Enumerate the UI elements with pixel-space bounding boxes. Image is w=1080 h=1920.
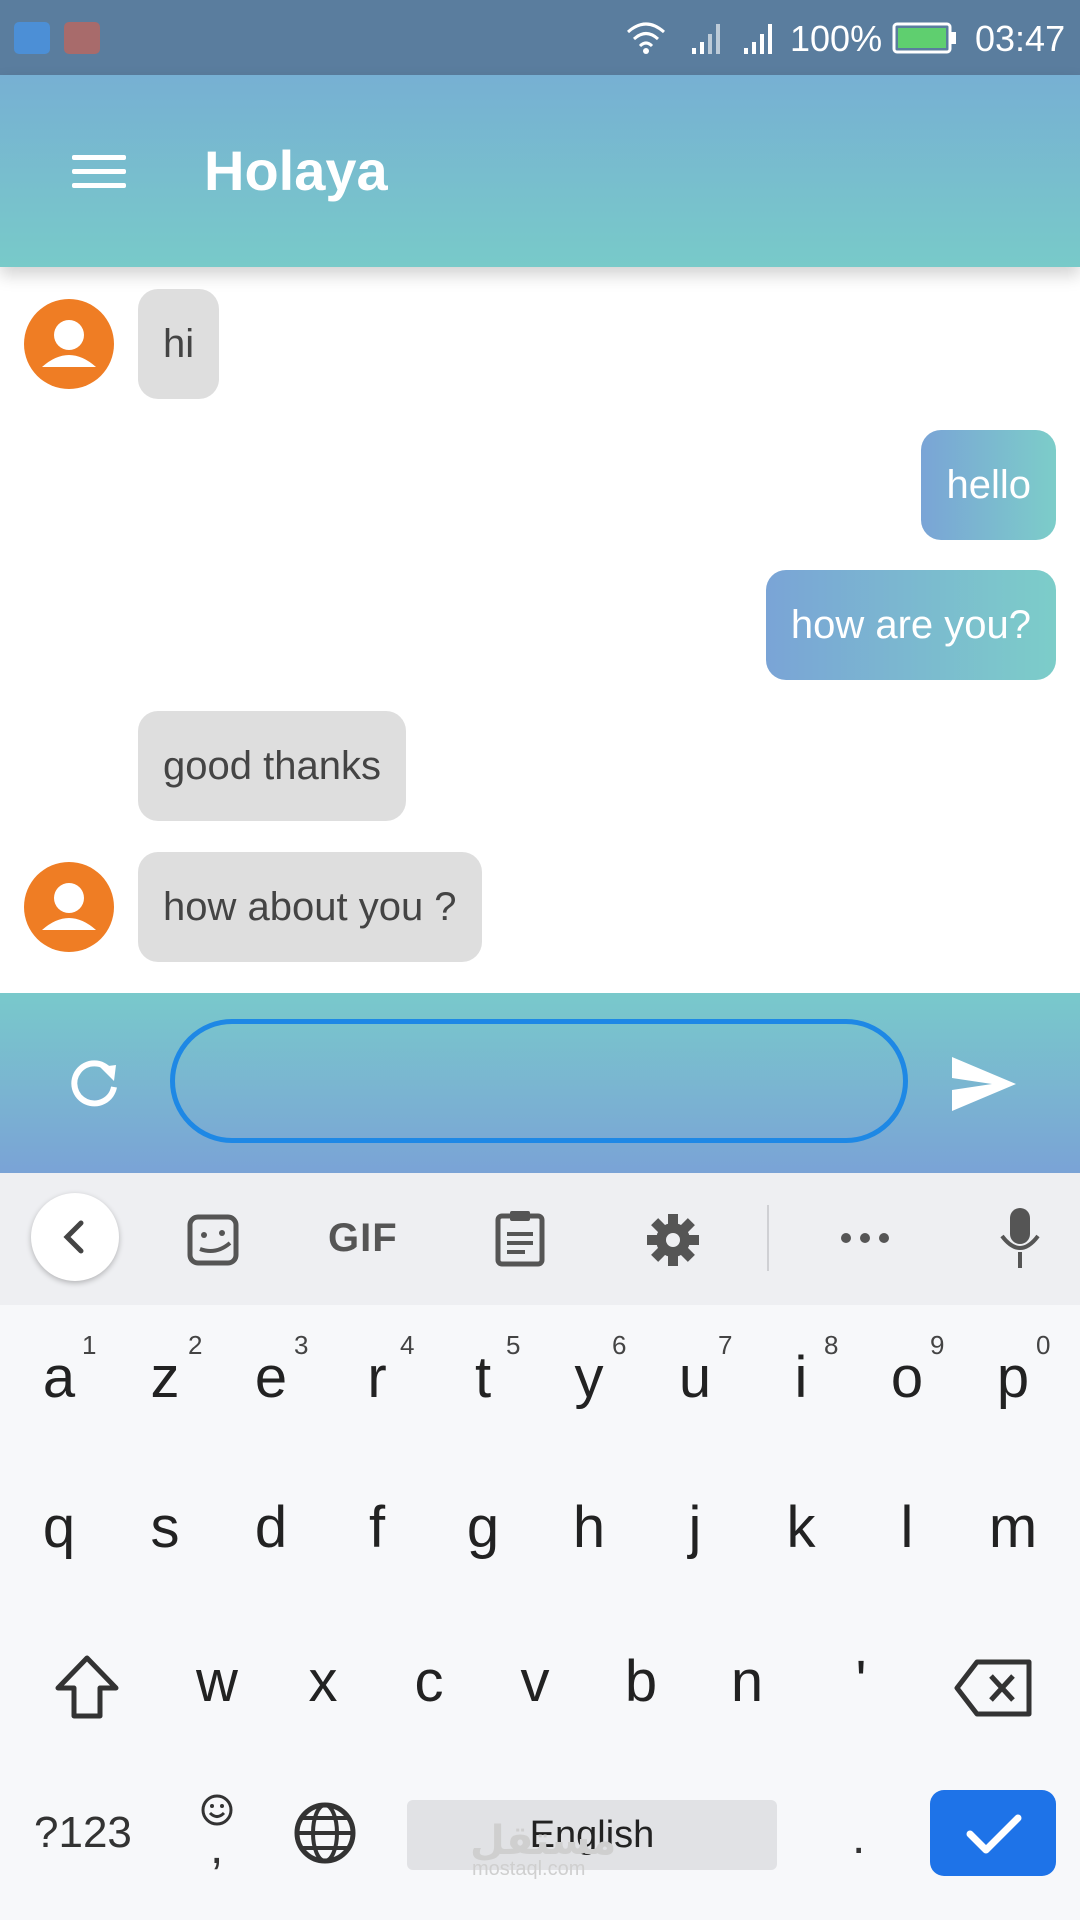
clock: 03:47	[975, 18, 1066, 59]
key-hint: 8	[824, 1330, 839, 1360]
avatar	[24, 862, 114, 952]
key-b[interactable]: b	[596, 1648, 686, 1715]
battery-percent: 100%	[790, 18, 883, 59]
collapse-toolbar-button[interactable]	[31, 1193, 119, 1281]
toolbar-divider	[767, 1205, 769, 1271]
user-icon	[42, 320, 96, 367]
chevron-left-icon	[63, 1220, 84, 1254]
comma-key[interactable]: ,	[210, 1820, 223, 1875]
send-icon[interactable]	[950, 1055, 1018, 1113]
key-j[interactable]: j	[650, 1494, 740, 1561]
key-apostrophe[interactable]: '	[816, 1648, 906, 1715]
notification-app-icon	[64, 22, 100, 54]
signal-icon	[692, 24, 720, 54]
key-c[interactable]: c	[384, 1648, 474, 1715]
key-l[interactable]: l	[862, 1494, 952, 1561]
key-q[interactable]: q	[14, 1494, 104, 1561]
message-outgoing: hello	[921, 430, 1056, 540]
key-s[interactable]: s	[120, 1494, 210, 1561]
key-g[interactable]: g	[438, 1494, 528, 1561]
key-m[interactable]: m	[968, 1494, 1058, 1561]
more-icon[interactable]	[838, 1228, 892, 1248]
key-v[interactable]: v	[490, 1648, 580, 1715]
message-outgoing: how are you?	[765, 570, 1056, 680]
settings-gear-icon[interactable]	[645, 1212, 701, 1268]
key-f[interactable]: f	[332, 1494, 422, 1561]
key-n[interactable]: n	[702, 1648, 792, 1715]
message-incoming: good thanks	[138, 711, 406, 821]
key-hint: 0	[1036, 1330, 1051, 1360]
message-incoming: hi	[138, 289, 220, 399]
key-k[interactable]: k	[756, 1494, 846, 1561]
watermark-domain: mostaql.com	[472, 1858, 586, 1880]
key-hint: 2	[188, 1330, 203, 1360]
key-hint: 9	[930, 1330, 945, 1360]
refresh-icon[interactable]	[66, 1053, 126, 1113]
status-bar: 100% 03:47	[0, 0, 1080, 75]
message-input[interactable]	[170, 1019, 908, 1143]
key-w[interactable]: w	[172, 1648, 262, 1715]
check-icon	[966, 1814, 1022, 1854]
user-icon	[42, 883, 96, 930]
menu-icon[interactable]	[72, 75, 132, 267]
message-incoming: how about you ?	[138, 852, 482, 962]
app-bar	[0, 75, 1080, 267]
app-title: Holaya	[204, 139, 388, 202]
battery-icon	[892, 22, 956, 54]
avatar	[24, 299, 114, 389]
key-x[interactable]: x	[278, 1648, 368, 1715]
key-h[interactable]: h	[544, 1494, 634, 1561]
globe-icon[interactable]	[292, 1800, 358, 1866]
key-hint: 6	[612, 1330, 627, 1360]
backspace-icon[interactable]	[953, 1658, 1033, 1718]
notification-app-icon	[14, 22, 50, 54]
period-key[interactable]: .	[852, 1810, 865, 1865]
signal-icon-2	[744, 24, 772, 54]
gif-button[interactable]: GIF	[328, 1216, 398, 1261]
key-hint: 1	[82, 1330, 97, 1360]
key-hint: 4	[400, 1330, 415, 1360]
wifi-icon	[627, 22, 665, 54]
key-hint: 5	[506, 1330, 521, 1360]
clipboard-icon[interactable]	[494, 1208, 546, 1268]
key-hint: 7	[718, 1330, 733, 1360]
sticker-icon[interactable]	[186, 1213, 240, 1267]
key-d[interactable]: d	[226, 1494, 316, 1561]
key-hint: 3	[294, 1330, 309, 1360]
enter-key[interactable]	[930, 1790, 1056, 1876]
shift-icon[interactable]	[52, 1652, 122, 1722]
symbols-key[interactable]: ?123	[34, 1808, 132, 1858]
microphone-icon[interactable]	[998, 1206, 1042, 1272]
